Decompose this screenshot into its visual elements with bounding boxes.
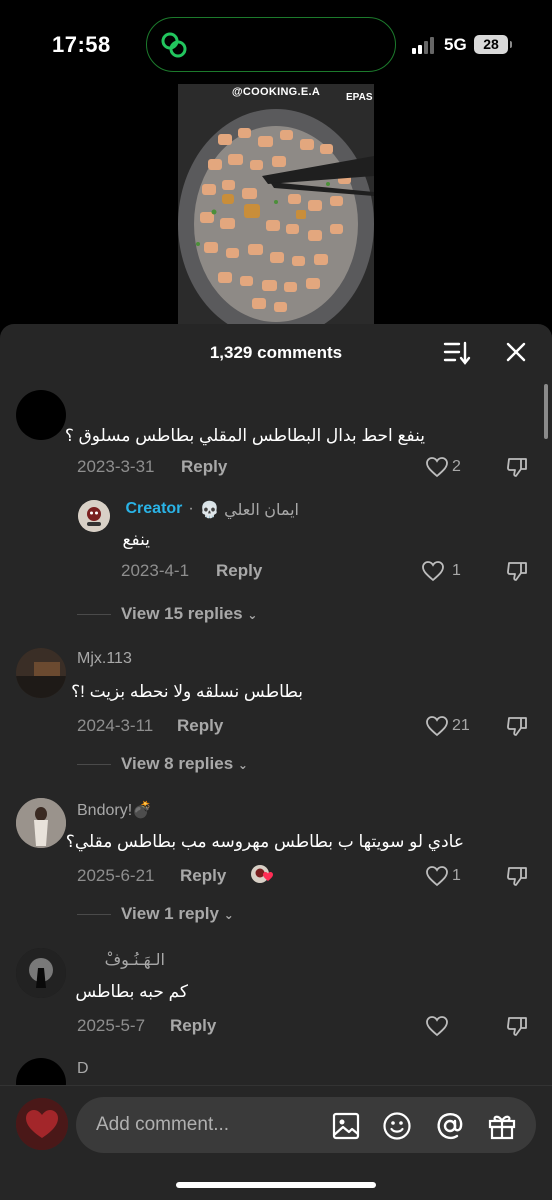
status-bar: 17:58 5G 28 <box>0 0 552 90</box>
comment-username[interactable]: الـهَـنُـوفْ <box>105 950 165 970</box>
link-rings-icon <box>161 32 187 58</box>
dislike-icon[interactable] <box>505 559 529 583</box>
battery-icon: 28 <box>474 35 512 54</box>
reply-button[interactable]: Reply <box>216 561 262 581</box>
mention-icon[interactable] <box>435 1111 465 1141</box>
network-type: 5G <box>444 35 467 54</box>
heart-icon[interactable] <box>421 560 445 582</box>
comment-username[interactable]: Bndory!💣 <box>77 800 152 820</box>
dislike-icon[interactable] <box>505 455 529 479</box>
heart-emoji-icon <box>263 872 273 881</box>
creator-username[interactable]: ايمان العلي 💀 <box>200 500 299 520</box>
like-count: 1 <box>452 867 461 884</box>
heart-icon[interactable] <box>425 1015 449 1037</box>
comment-date: 2023-3-31 <box>77 457 155 476</box>
reply-button[interactable]: Reply <box>177 716 223 736</box>
dynamic-island[interactable] <box>146 17 396 72</box>
like-count: 21 <box>452 717 470 734</box>
close-icon[interactable] <box>504 340 528 364</box>
view-replies-button[interactable]: View 1 reply ⌄ <box>77 904 234 924</box>
comment-date: 2025-5-7 <box>77 1016 146 1035</box>
comments-sheet: 1,329 comments ينفع احط بدال البطاطس الم… <box>0 324 552 1200</box>
sort-icon[interactable] <box>443 340 471 366</box>
avatar[interactable] <box>16 948 66 998</box>
like-count: 1 <box>452 562 461 579</box>
reply-button[interactable]: Reply <box>170 1016 216 1036</box>
heart-icon[interactable] <box>425 715 449 737</box>
image-icon[interactable] <box>331 1111 361 1141</box>
creator-liked-badge <box>250 863 274 887</box>
creator-header: ايمان العلي 💀 · Creator <box>126 500 300 520</box>
emoji-icon[interactable] <box>382 1111 412 1141</box>
dislike-icon[interactable] <box>505 714 529 738</box>
view-replies-label: View 8 replies <box>121 754 234 773</box>
comment-text: عادي لو سويتها ب بطاطس مهروسه مب بطاطس م… <box>65 832 464 851</box>
view-replies-label: View 1 reply <box>121 904 219 923</box>
comment-text: ينفع <box>122 530 150 549</box>
like-count: 2 <box>452 458 461 475</box>
video-handle: @COOKING.E.A <box>231 86 321 98</box>
cellular-signal-icon <box>412 36 438 54</box>
comment-input[interactable] <box>96 1097 316 1153</box>
view-replies-button[interactable]: View 15 replies ⌄ <box>77 604 257 624</box>
chevron-down-icon: ⌄ <box>247 608 258 622</box>
status-time: 17:58 <box>52 32 111 57</box>
comment-text: بطاطس نسلقه ولا نحطه بزيت !؟ <box>71 682 303 701</box>
dislike-icon[interactable] <box>505 1014 529 1038</box>
chevron-down-icon: ⌄ <box>237 758 248 772</box>
comment-input-wrapper[interactable] <box>76 1097 536 1153</box>
view-replies-label: View 15 replies <box>121 604 243 623</box>
separator-dot: · <box>188 500 194 517</box>
heart-icon[interactable] <box>425 456 449 478</box>
comment-username[interactable]: Mjx.113 <box>77 650 132 668</box>
creator-avatar[interactable] <box>78 500 110 532</box>
comment-text: ينفع احط بدال البطاطس المقلي بطاطس مسلوق… <box>64 426 425 445</box>
avatar[interactable] <box>16 798 66 848</box>
gift-icon[interactable] <box>487 1111 517 1141</box>
comment-text: كم حبه بطاطس <box>75 982 188 1001</box>
scrollbar[interactable] <box>544 384 548 439</box>
avatar[interactable] <box>16 390 66 440</box>
avatar[interactable] <box>16 648 66 698</box>
chevron-down-icon: ⌄ <box>223 908 234 922</box>
comment-date: 2024-3-11 <box>77 716 154 735</box>
comment-date: 2025-6-21 <box>77 866 155 885</box>
comment-date: 2023-4-1 <box>121 561 190 580</box>
reply-button[interactable]: Reply <box>181 457 227 477</box>
my-avatar[interactable] <box>16 1098 68 1150</box>
food-pan-image: EPAS <box>178 84 374 334</box>
view-replies-button[interactable]: View 8 replies ⌄ <box>77 754 248 774</box>
reply-button[interactable]: Reply <box>180 866 226 886</box>
heart-icon[interactable] <box>425 865 449 887</box>
creator-badge: Creator <box>125 500 183 517</box>
home-indicator[interactable] <box>176 1182 376 1188</box>
comment-username[interactable]: D <box>77 1060 89 1078</box>
video-preview[interactable]: EPAS @COOKING.E.A <box>178 84 374 334</box>
dislike-icon[interactable] <box>505 864 529 888</box>
